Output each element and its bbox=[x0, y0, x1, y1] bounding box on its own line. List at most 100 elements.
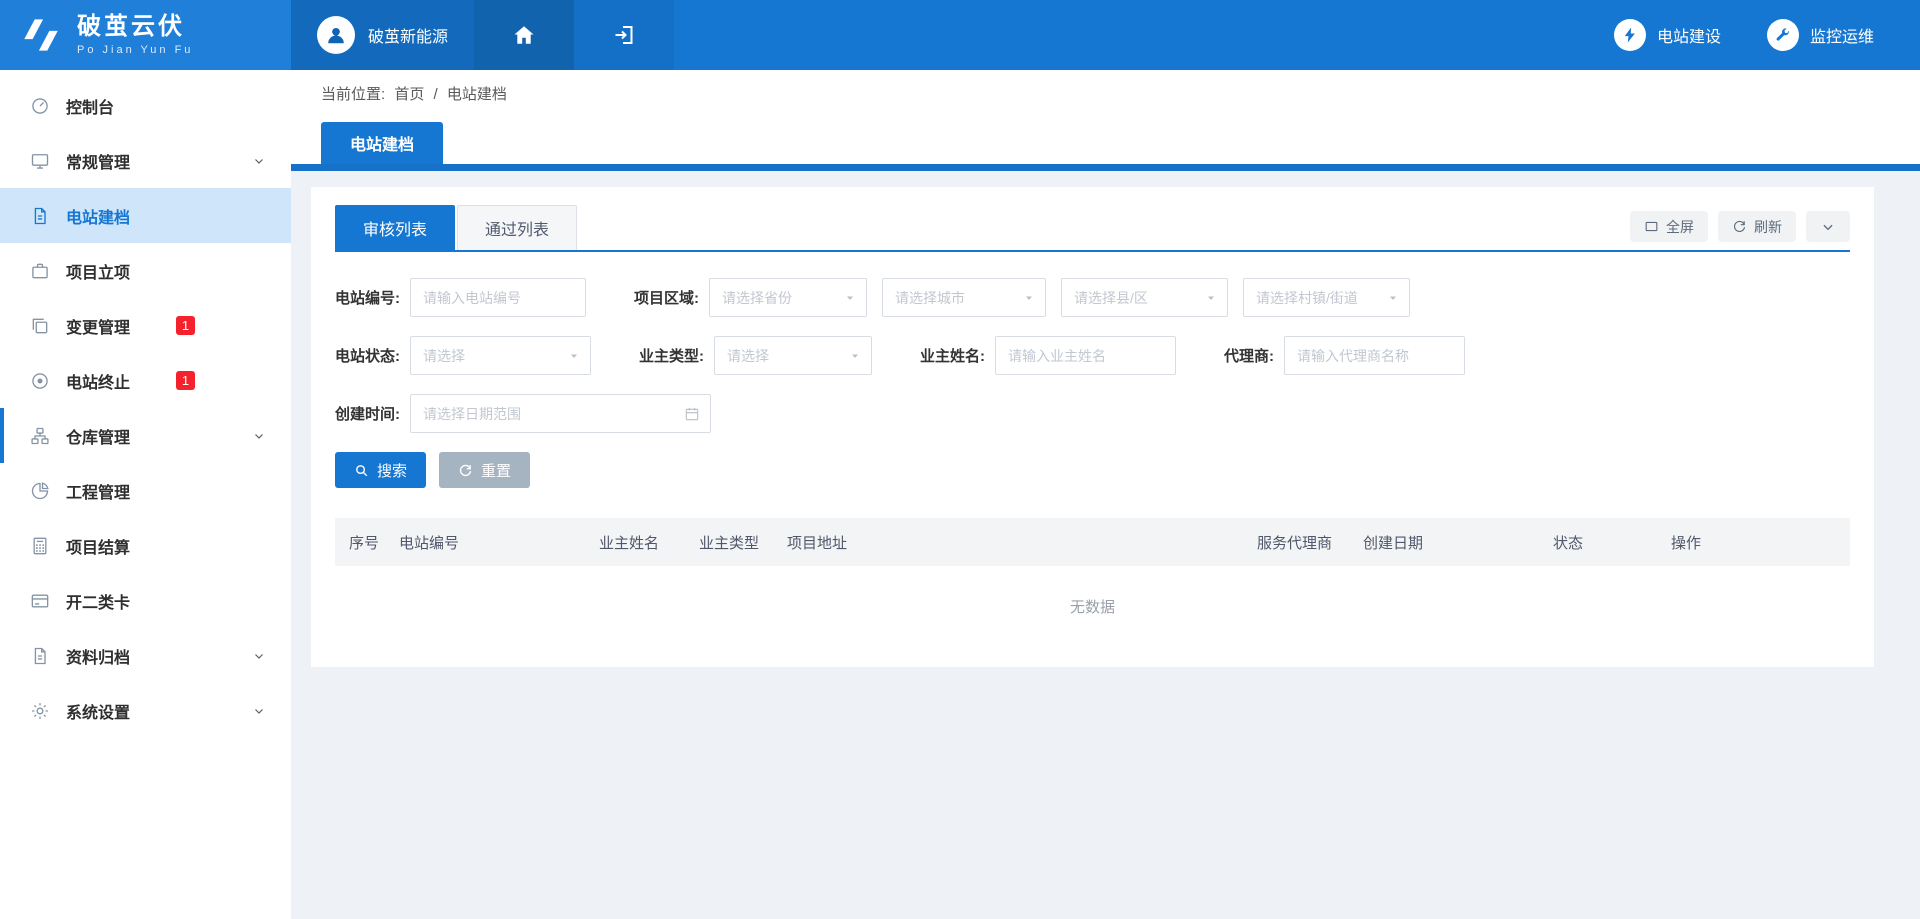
filter-station-status: 电站状态: 请选择 bbox=[335, 336, 591, 375]
sidebar-item-station-archive[interactable]: 电站建档 bbox=[0, 188, 291, 243]
search-button[interactable]: 搜索 bbox=[335, 452, 426, 488]
sidebar-item-card-issuance[interactable]: 开二类卡 bbox=[0, 573, 291, 628]
county-select-value: 请选择县/区 bbox=[1074, 288, 1148, 308]
column-header-owner-type: 业主类型 bbox=[689, 518, 777, 566]
breadcrumb-current: 电站建档 bbox=[447, 86, 507, 103]
brand-subtitle: Po Jian Yun Fu bbox=[77, 44, 193, 56]
refresh-icon bbox=[1732, 219, 1747, 234]
sidebar-item-station-termination[interactable]: 电站终止 1 bbox=[0, 353, 291, 408]
gauge-icon bbox=[30, 96, 50, 116]
card-icon bbox=[30, 591, 50, 611]
reset-button-label: 重置 bbox=[481, 460, 511, 481]
user-menu[interactable]: 破茧新能源 bbox=[291, 0, 474, 70]
sidebar-item-label: 电站建档 bbox=[66, 204, 130, 228]
filter-created-date: 创建时间: bbox=[335, 394, 711, 433]
reset-button[interactable]: 重置 bbox=[439, 452, 530, 488]
main-content: 当前位置: 首页 / 电站建档 电站建档 审核列表 通过列表 bbox=[291, 70, 1920, 919]
content-panel: 审核列表 通过列表 全屏 刷新 bbox=[311, 187, 1874, 667]
tab-review-list[interactable]: 审核列表 bbox=[335, 205, 455, 250]
fullscreen-label: 全屏 bbox=[1666, 217, 1694, 237]
county-select[interactable]: 请选择县/区 bbox=[1061, 278, 1228, 317]
station-no-input[interactable] bbox=[410, 278, 586, 317]
home-button[interactable] bbox=[474, 0, 574, 70]
town-select[interactable]: 请选择村镇/街道 bbox=[1243, 278, 1410, 317]
owner-name-input[interactable] bbox=[995, 336, 1176, 375]
sidebar-item-system-settings[interactable]: 系统设置 bbox=[0, 683, 291, 738]
city-select[interactable]: 请选择城市 bbox=[882, 278, 1046, 317]
refresh-label: 刷新 bbox=[1754, 217, 1782, 237]
column-header-created-date: 创建日期 bbox=[1353, 518, 1543, 566]
nav-monitor-ops-label: 监控运维 bbox=[1810, 23, 1874, 47]
chevron-down-icon bbox=[253, 705, 265, 717]
home-icon bbox=[512, 23, 536, 47]
sidebar-item-label: 资料归档 bbox=[66, 644, 130, 668]
station-status-select[interactable]: 请选择 bbox=[410, 336, 591, 375]
sidebar-item-general-mgmt[interactable]: 常规管理 bbox=[0, 133, 291, 188]
fullscreen-button[interactable]: 全屏 bbox=[1630, 211, 1708, 242]
calculator-icon bbox=[30, 536, 50, 556]
province-select-value: 请选择省份 bbox=[722, 288, 792, 308]
filter-row-1: 电站编号: 项目区域: 请选择省份 请选择城市 bbox=[335, 278, 1850, 317]
sidebar-item-console[interactable]: 控制台 bbox=[0, 78, 291, 133]
briefcase-icon bbox=[30, 261, 50, 281]
collapse-panel-button[interactable] bbox=[1806, 211, 1850, 242]
province-select[interactable]: 请选择省份 bbox=[709, 278, 867, 317]
owner-type-label: 业主类型: bbox=[639, 345, 704, 366]
gear-icon bbox=[30, 701, 50, 721]
avatar[interactable] bbox=[317, 16, 355, 54]
station-termination-badge: 1 bbox=[176, 371, 195, 390]
results-table: 序号 电站编号 业主姓名 业主类型 项目地址 服务代理商 创建日期 状态 操作 bbox=[335, 518, 1850, 566]
sitemap-icon bbox=[30, 426, 50, 446]
empty-state-text: 无数据 bbox=[335, 566, 1850, 621]
sidebar-item-label: 工程管理 bbox=[66, 479, 130, 503]
panel-tab-strip: 审核列表 通过列表 全屏 刷新 bbox=[335, 205, 1850, 252]
sidebar-item-project-settlement[interactable]: 项目结算 bbox=[0, 518, 291, 573]
sidebar-item-label: 常规管理 bbox=[66, 149, 130, 173]
tab-passed-list[interactable]: 通过列表 bbox=[457, 205, 577, 250]
agent-label: 代理商: bbox=[1224, 345, 1274, 366]
sidebar-item-label: 系统设置 bbox=[66, 699, 130, 723]
nav-station-build[interactable]: 电站建设 bbox=[1614, 0, 1721, 70]
brand-title: 破茧云伏 bbox=[77, 14, 193, 40]
column-header-status: 状态 bbox=[1543, 518, 1661, 566]
station-no-label: 电站编号: bbox=[335, 287, 400, 308]
page-tab-row: 电站建档 bbox=[291, 112, 1920, 164]
sidebar-item-warehouse-mgmt[interactable]: 仓库管理 bbox=[0, 408, 291, 463]
nav-monitor-ops[interactable]: 监控运维 bbox=[1767, 0, 1874, 70]
calendar-icon bbox=[684, 406, 700, 422]
filter-form: 电站编号: 项目区域: 请选择省份 请选择城市 bbox=[335, 252, 1850, 433]
archive-icon bbox=[30, 646, 50, 666]
page-tab-station-archive[interactable]: 电站建档 bbox=[321, 122, 443, 164]
chevron-down-icon bbox=[253, 430, 265, 442]
chevron-down-icon bbox=[1387, 292, 1399, 304]
sidebar-item-change-mgmt[interactable]: 变更管理 1 bbox=[0, 298, 291, 353]
town-select-value: 请选择村镇/街道 bbox=[1256, 288, 1358, 308]
monitor-icon bbox=[30, 151, 50, 171]
sidebar-item-label: 变更管理 bbox=[66, 314, 130, 338]
sign-in-icon bbox=[612, 23, 636, 47]
column-header-station-no: 电站编号 bbox=[389, 518, 589, 566]
search-button-label: 搜索 bbox=[377, 460, 407, 481]
refresh-button[interactable]: 刷新 bbox=[1718, 211, 1796, 242]
change-mgmt-badge: 1 bbox=[176, 316, 195, 335]
owner-type-select[interactable]: 请选择 bbox=[714, 336, 872, 375]
owner-type-value: 请选择 bbox=[727, 346, 769, 366]
date-range-input[interactable] bbox=[410, 394, 711, 433]
breadcrumb-home-link[interactable]: 首页 bbox=[394, 86, 424, 103]
top-header: 破茧云伏 Po Jian Yun Fu 破茧新能源 电站建设 bbox=[0, 0, 1920, 70]
agent-input[interactable] bbox=[1284, 336, 1465, 375]
chevron-down-icon bbox=[1205, 292, 1217, 304]
sidebar-item-engineering-mgmt[interactable]: 工程管理 bbox=[0, 463, 291, 518]
filter-region: 项目区域: 请选择省份 请选择城市 请选择县/区 bbox=[634, 278, 1410, 317]
city-select-value: 请选择城市 bbox=[895, 288, 965, 308]
sidebar-item-data-archive[interactable]: 资料归档 bbox=[0, 628, 291, 683]
chevron-down-icon bbox=[1023, 292, 1035, 304]
sidebar-item-project-initiation[interactable]: 项目立项 bbox=[0, 243, 291, 298]
brand: 破茧云伏 Po Jian Yun Fu bbox=[0, 0, 291, 70]
chevron-down-icon bbox=[253, 650, 265, 662]
sidebar-item-label: 项目立项 bbox=[66, 259, 130, 283]
sidebar-item-label: 仓库管理 bbox=[66, 424, 130, 448]
sign-in-button[interactable] bbox=[574, 0, 674, 70]
page-topbar: 当前位置: 首页 / 电站建档 电站建档 bbox=[291, 70, 1920, 171]
sidebar-item-label: 项目结算 bbox=[66, 534, 130, 558]
